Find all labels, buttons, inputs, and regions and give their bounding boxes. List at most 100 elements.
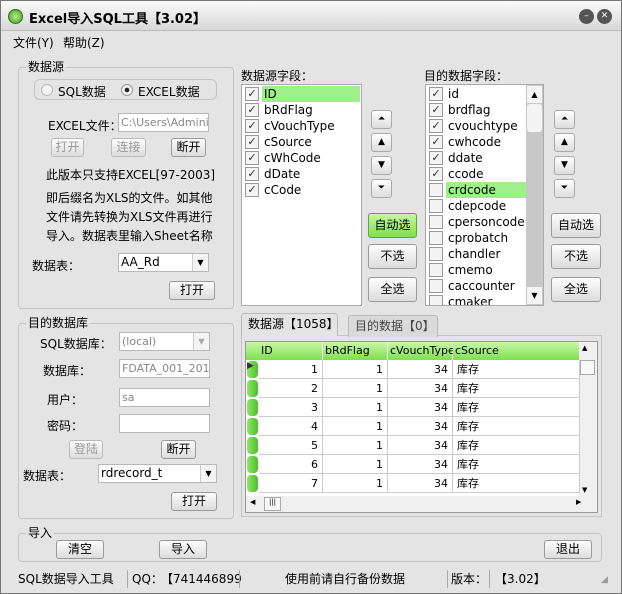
- user-input[interactable]: sa: [119, 388, 210, 407]
- field-item[interactable]: crdcode: [428, 182, 543, 198]
- table-cell[interactable]: 2: [259, 379, 323, 398]
- move-top-icon[interactable]: ⏶: [371, 110, 392, 129]
- move-bottom-icon[interactable]: ⏷: [371, 179, 392, 198]
- checkbox[interactable]: ✓: [245, 151, 259, 165]
- table-cell[interactable]: 34: [388, 436, 453, 455]
- table-cell[interactable]: 34: [388, 474, 453, 493]
- table-cell[interactable]: 34: [388, 455, 453, 474]
- field-item[interactable]: ✓ cVouchType: [244, 118, 361, 134]
- sql-radio[interactable]: [41, 84, 53, 96]
- table-cell[interactable]: 库存: [453, 398, 580, 417]
- scroll-up-icon[interactable]: ▲: [582, 344, 587, 352]
- resize-grip-icon[interactable]: ◢: [601, 575, 608, 585]
- table-cell[interactable]: 1: [323, 360, 388, 379]
- checkbox[interactable]: ✓: [429, 135, 443, 149]
- field-item[interactable]: ✓ cWhCode: [244, 150, 361, 166]
- move-up-icon[interactable]: ▲: [371, 133, 392, 152]
- checkbox[interactable]: ✓: [245, 135, 259, 149]
- data-grid[interactable]: ▲ ▼ ◀ ||| ▶ ID bRdFlag cVouchType cSource ▶ 1…: [245, 341, 598, 513]
- checkbox[interactable]: [429, 231, 443, 245]
- source-open-table-button[interactable]: 打开: [169, 281, 215, 300]
- checkbox[interactable]: [429, 215, 443, 229]
- password-input[interactable]: [119, 414, 210, 433]
- open-file-button[interactable]: 打开: [51, 138, 84, 157]
- server-combo[interactable]: (local) ▼: [119, 332, 210, 351]
- table-cell[interactable]: 1: [323, 398, 388, 417]
- target-fields-list[interactable]: ▲ ▼ ✓ id ✓ brdflag ✓ cvouchtype ✓ cwhcode ✓ ddate…: [425, 84, 544, 306]
- row-header[interactable]: [247, 399, 258, 416]
- row-header[interactable]: [247, 418, 258, 435]
- move-bottom-icon[interactable]: ⏷: [554, 179, 575, 198]
- scroll-thumb[interactable]: [580, 360, 595, 375]
- horizontal-scrollbar[interactable]: ◀ ||| ▶: [246, 496, 597, 512]
- source-select-all-button[interactable]: 全选: [368, 277, 417, 302]
- row-header[interactable]: [247, 456, 258, 473]
- checkbox[interactable]: [429, 295, 443, 305]
- field-item[interactable]: ✓ cvouchtype: [428, 118, 543, 134]
- target-select-all-button[interactable]: 全选: [551, 277, 601, 302]
- checkbox[interactable]: ✓: [245, 119, 259, 133]
- move-top-icon[interactable]: ⏶: [554, 110, 575, 129]
- table-cell[interactable]: 34: [388, 398, 453, 417]
- field-item[interactable]: cmemo: [428, 262, 543, 278]
- field-item[interactable]: ✓ ccode: [428, 166, 543, 182]
- target-table-combo[interactable]: rdrecord_t ▼: [98, 464, 217, 483]
- move-up-icon[interactable]: ▲: [554, 133, 575, 152]
- row-header[interactable]: [247, 475, 258, 492]
- table-cell[interactable]: 库存: [453, 474, 580, 493]
- field-item[interactable]: ✓ bRdFlag: [244, 102, 361, 118]
- checkbox[interactable]: ✓: [245, 183, 259, 197]
- field-item[interactable]: ✓ cCode: [244, 182, 361, 198]
- target-select-none-button[interactable]: 不选: [551, 244, 601, 269]
- minimize-button[interactable]: –: [579, 9, 594, 24]
- close-button[interactable]: ✕: [597, 9, 612, 24]
- table-cell[interactable]: 5: [259, 436, 323, 455]
- field-item[interactable]: ✓ id: [428, 86, 543, 102]
- source-table-combo[interactable]: AA_Rd ▼: [118, 253, 209, 272]
- column-header[interactable]: bRdFlag: [323, 342, 388, 360]
- table-cell[interactable]: 1: [259, 360, 323, 379]
- column-header[interactable]: cSource: [453, 342, 580, 360]
- checkbox[interactable]: [429, 247, 443, 261]
- menu-file[interactable]: 文件(Y): [13, 34, 54, 51]
- field-item[interactable]: ✓ cwhcode: [428, 134, 543, 150]
- scroll-right-icon[interactable]: ▶: [576, 498, 581, 506]
- database-input[interactable]: FDATA_001_2012: [119, 359, 210, 378]
- row-header[interactable]: ▶: [247, 361, 258, 378]
- excel-file-input[interactable]: C:\Users\Administ: [118, 113, 209, 132]
- table-cell[interactable]: 1: [323, 436, 388, 455]
- row-header[interactable]: [247, 437, 258, 454]
- column-header[interactable]: ID: [259, 342, 323, 360]
- source-select-none-button[interactable]: 不选: [368, 244, 417, 269]
- tab-source-data[interactable]: 数据源【1058】: [241, 313, 339, 336]
- checkbox[interactable]: [429, 199, 443, 213]
- table-cell[interactable]: 7: [259, 474, 323, 493]
- move-down-icon[interactable]: ▼: [371, 156, 392, 175]
- source-disconnect-button[interactable]: 断开: [171, 138, 206, 157]
- table-cell[interactable]: 34: [388, 417, 453, 436]
- scroll-thumb[interactable]: |||: [264, 497, 281, 511]
- table-cell[interactable]: 1: [323, 379, 388, 398]
- table-cell[interactable]: 1: [323, 474, 388, 493]
- checkbox[interactable]: ✓: [429, 151, 443, 165]
- tab-target-data[interactable]: 目的数据【0】: [348, 315, 438, 337]
- chevron-down-icon[interactable]: ▼: [192, 254, 208, 271]
- table-cell[interactable]: 34: [388, 379, 453, 398]
- table-cell[interactable]: 4: [259, 417, 323, 436]
- excel-radio-label[interactable]: EXCEL数据: [138, 83, 200, 100]
- field-item[interactable]: ✓ dDate: [244, 166, 361, 182]
- exit-button[interactable]: 退出: [544, 540, 592, 559]
- field-item[interactable]: caccounter: [428, 278, 543, 294]
- sql-radio-label[interactable]: SQL数据: [58, 83, 106, 100]
- table-cell[interactable]: 6: [259, 455, 323, 474]
- table-cell[interactable]: 3: [259, 398, 323, 417]
- column-header[interactable]: cVouchType: [388, 342, 455, 360]
- scroll-down-icon[interactable]: ▼: [582, 486, 587, 494]
- field-item[interactable]: ✓ ddate: [428, 150, 543, 166]
- checkbox[interactable]: ✓: [245, 103, 259, 117]
- checkbox[interactable]: ✓: [429, 119, 443, 133]
- clear-button[interactable]: 清空: [56, 540, 104, 559]
- table-cell[interactable]: 库存: [453, 436, 580, 455]
- source-fields-list[interactable]: ✓ ID ✓ bRdFlag ✓ cVouchType ✓ cSource ✓ cWhCode ✓ d…: [241, 84, 362, 306]
- checkbox[interactable]: ✓: [429, 87, 443, 101]
